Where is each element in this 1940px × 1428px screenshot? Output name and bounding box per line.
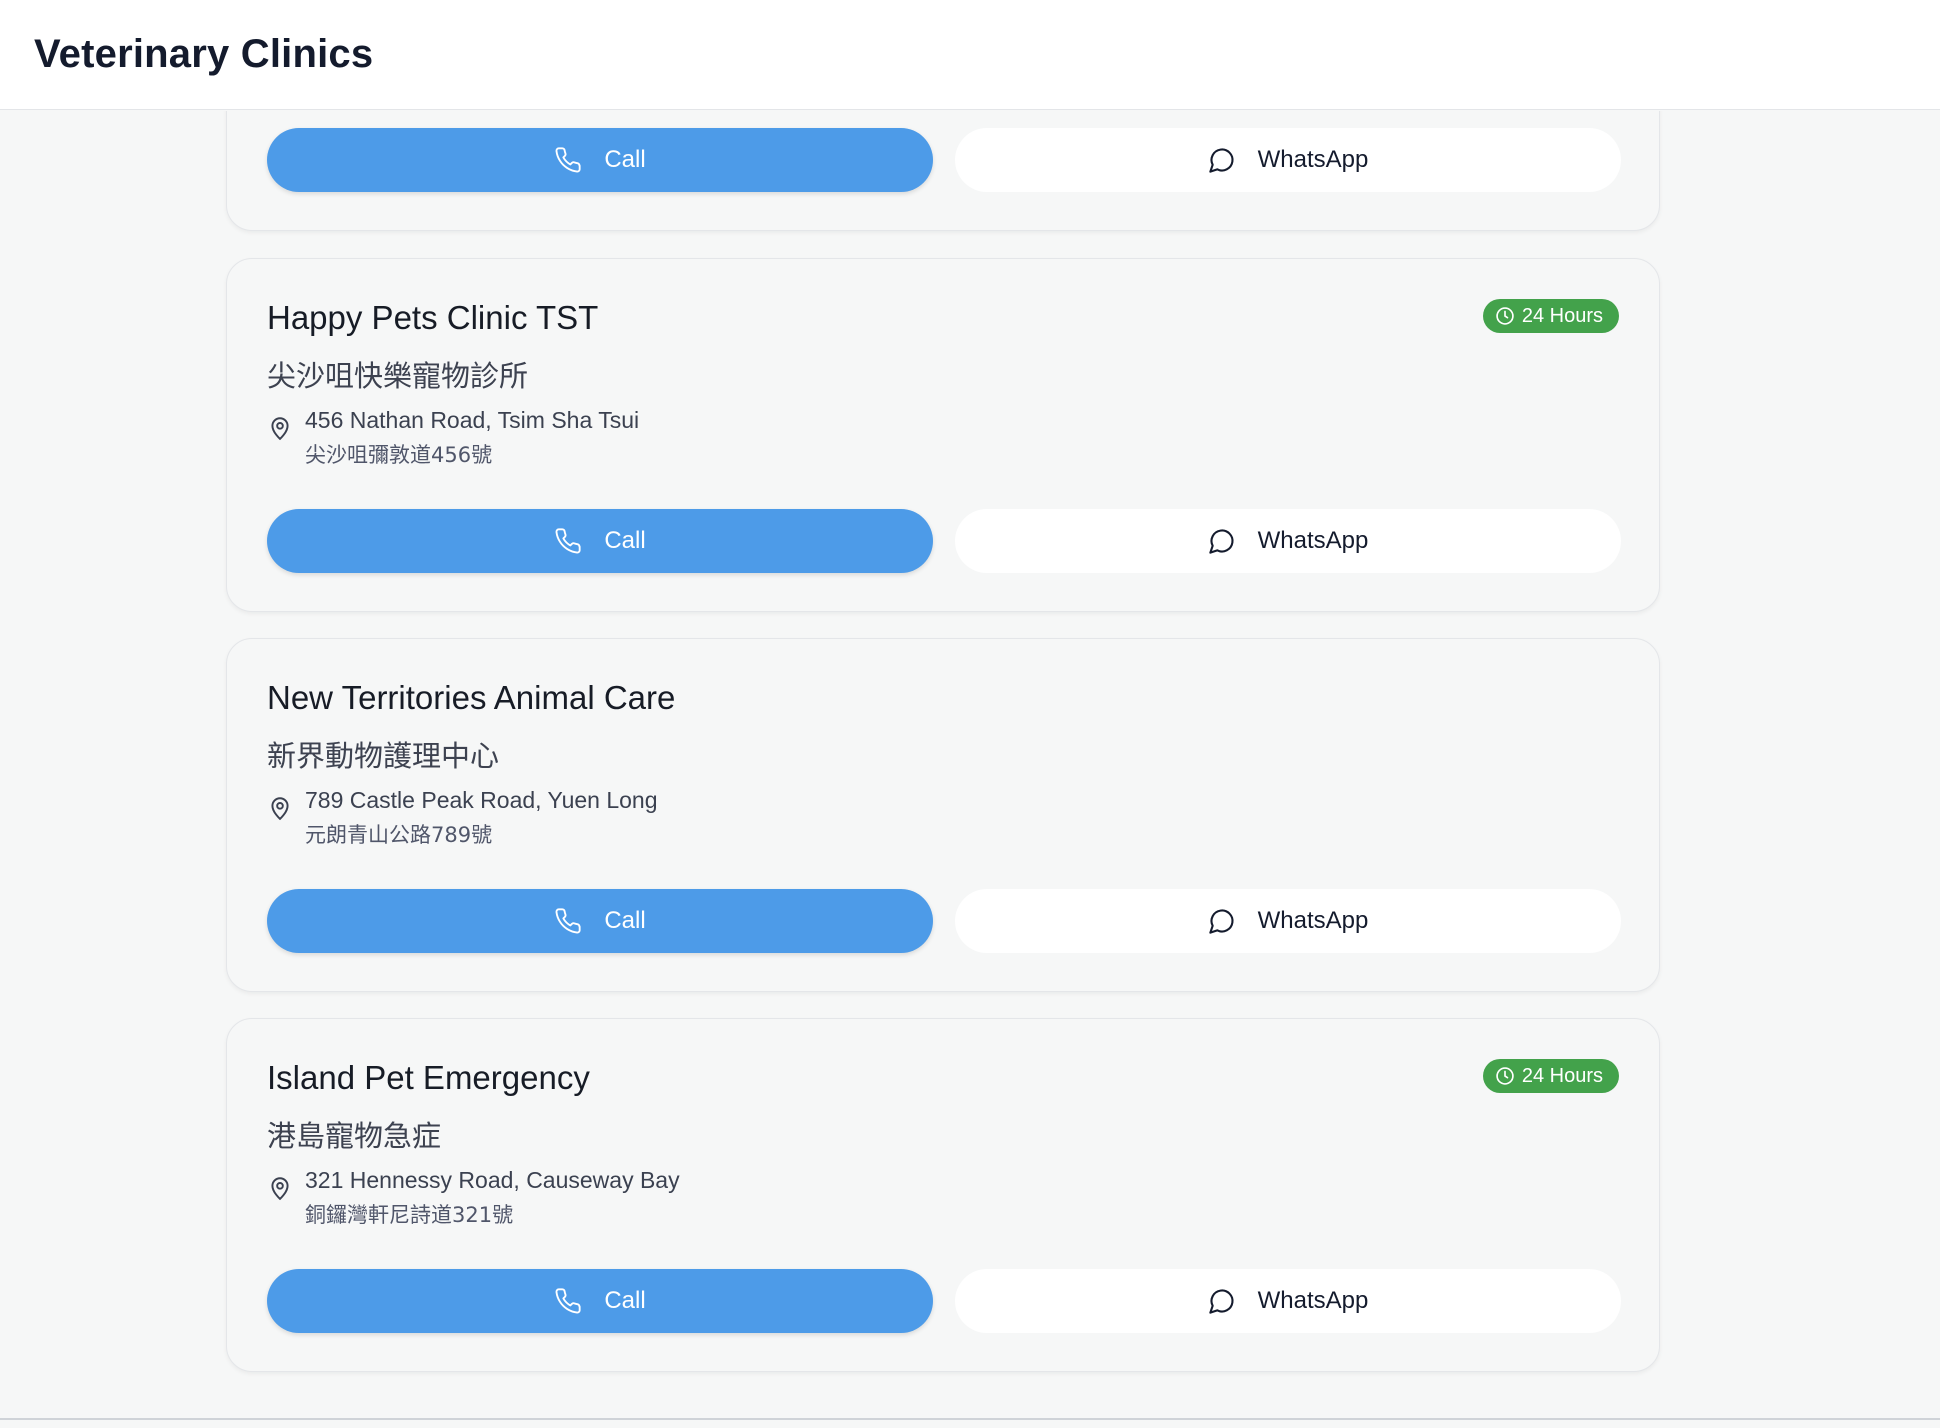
whatsapp-button[interactable]: WhatsApp xyxy=(955,889,1621,953)
location-pin-icon xyxy=(271,1177,289,1201)
page-title: Veterinary Clinics xyxy=(34,32,374,76)
clinic-address: 456 Nathan Road, Tsim Sha Tsui xyxy=(305,407,640,433)
location-pin-icon xyxy=(271,797,289,821)
clock-icon xyxy=(1496,307,1514,325)
clinic-name: Island Pet Emergency xyxy=(267,1059,590,1096)
app-header: Veterinary Clinics xyxy=(0,0,1940,110)
chat-bubble-icon xyxy=(1208,148,1234,173)
call-label: Call xyxy=(604,527,646,554)
clinic-name-zh: 新界動物護理中心 xyxy=(267,739,500,773)
call-label: Call xyxy=(604,146,646,173)
whatsapp-label: WhatsApp xyxy=(1257,1287,1369,1314)
clinic-address: 321 Hennessy Road, Causeway Bay xyxy=(305,1167,680,1193)
card-actions: Call WhatsApp xyxy=(267,889,1621,953)
phone-icon xyxy=(555,147,581,173)
clinic-name: Happy Pets Clinic TST xyxy=(267,299,599,336)
clinic-address-zh: 尖沙咀彌敦道456號 xyxy=(305,443,493,467)
call-label: Call xyxy=(604,1287,646,1314)
whatsapp-label: WhatsApp xyxy=(1257,907,1369,934)
badge-label: 24 Hours xyxy=(1521,1064,1603,1087)
whatsapp-button[interactable]: WhatsApp xyxy=(955,1269,1621,1333)
clinic-address-zh: 元朗青山公路789號 xyxy=(305,823,493,847)
clinic-card: New Territories Animal Care 新界動物護理中心 789… xyxy=(226,638,1660,992)
badge-label: 24 Hours xyxy=(1521,304,1603,327)
clinic-card: Island Pet Emergency 港島寵物急症 24 Hours 321… xyxy=(226,1018,1660,1372)
24-hours-badge: 24 Hours xyxy=(1482,1059,1619,1093)
chat-bubble-icon xyxy=(1208,1289,1234,1314)
24-hours-badge: 24 Hours xyxy=(1482,299,1619,333)
call-button[interactable]: Call xyxy=(267,1269,933,1333)
clinic-card: Call WhatsApp xyxy=(226,111,1660,231)
clinic-name: New Territories Animal Care xyxy=(267,679,676,716)
clinic-name-zh: 港島寵物急症 xyxy=(267,1119,442,1153)
call-button[interactable]: Call xyxy=(267,128,933,192)
phone-icon xyxy=(555,908,581,934)
call-button[interactable]: Call xyxy=(267,889,933,953)
clinic-name-zh: 尖沙咀快樂寵物診所 xyxy=(267,359,529,393)
bottom-divider xyxy=(0,1418,1940,1420)
whatsapp-label: WhatsApp xyxy=(1257,146,1369,173)
location-pin-icon xyxy=(271,417,289,441)
phone-icon xyxy=(555,1288,581,1314)
card-actions: Call WhatsApp xyxy=(267,509,1621,573)
clinic-card: Happy Pets Clinic TST 尖沙咀快樂寵物診所 24 Hours… xyxy=(226,258,1660,612)
clinic-address: 789 Castle Peak Road, Yuen Long xyxy=(305,787,658,813)
phone-icon xyxy=(555,528,581,554)
call-label: Call xyxy=(604,907,646,934)
call-button[interactable]: Call xyxy=(267,509,933,573)
clinic-address-zh: 銅鑼灣軒尼詩道321號 xyxy=(305,1203,514,1227)
clock-icon xyxy=(1496,1067,1514,1085)
whatsapp-label: WhatsApp xyxy=(1257,527,1369,554)
card-actions: Call WhatsApp xyxy=(267,128,1621,192)
chat-bubble-icon xyxy=(1208,909,1234,934)
whatsapp-button[interactable]: WhatsApp xyxy=(955,128,1621,192)
clinic-list[interactable]: Call WhatsApp Happy Pets Clinic TST 尖沙咀快… xyxy=(0,111,1940,1418)
whatsapp-button[interactable]: WhatsApp xyxy=(955,509,1621,573)
card-actions: Call WhatsApp xyxy=(267,1269,1621,1333)
chat-bubble-icon xyxy=(1208,529,1234,554)
